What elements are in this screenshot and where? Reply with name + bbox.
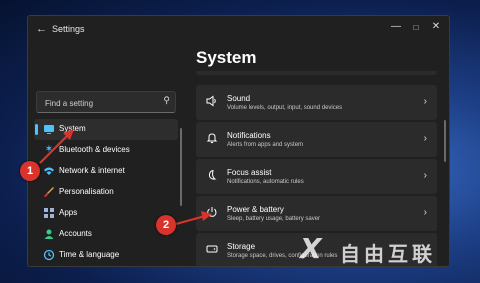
sidebar-item-label: Apps	[59, 208, 78, 217]
globe-clock-icon	[43, 249, 55, 261]
card-title: Focus assist	[227, 168, 272, 177]
card-subtitle: Notifications, automatic rules	[227, 179, 304, 185]
display-icon	[43, 123, 55, 135]
sidebar-nav: System ✶ Bluetooth & devices Network & i…	[34, 119, 178, 266]
content-scrollbar[interactable]	[444, 120, 446, 162]
speaker-icon	[205, 95, 219, 110]
card-title: Notifications	[227, 131, 271, 140]
sidebar-item-label: Time & language	[59, 250, 120, 259]
card-focus-assist[interactable]: Focus assist Notifications, automatic ru…	[196, 159, 437, 194]
storage-icon	[205, 243, 219, 258]
sidebar-scrollbar[interactable]	[180, 128, 182, 206]
back-arrow-icon[interactable]: ←	[36, 23, 47, 35]
moon-icon	[205, 169, 219, 184]
sidebar-item-time-language[interactable]: Time & language	[34, 245, 178, 266]
search-box[interactable]: ⚲	[36, 91, 176, 113]
active-indicator	[35, 124, 38, 135]
sidebar-item-label: Accounts	[59, 229, 92, 238]
sidebar-item-network[interactable]: Network & internet	[34, 161, 178, 182]
chevron-right-icon: ›	[423, 170, 427, 181]
card-sound[interactable]: Sound Volume levels, output, input, soun…	[196, 85, 437, 120]
sidebar-item-personalisation[interactable]: Personalisation	[34, 182, 178, 203]
brush-icon	[43, 186, 55, 198]
wifi-icon	[43, 165, 55, 177]
watermark-logo: X 自由互联	[300, 226, 470, 270]
sidebar-item-label: System	[59, 124, 86, 133]
card-edge	[196, 71, 437, 75]
close-icon[interactable]: ✕	[425, 21, 447, 32]
card-title: Sound	[227, 94, 251, 103]
page-title: System	[196, 48, 257, 67]
card-title: Power & battery	[227, 205, 284, 214]
card-subtitle: Sleep, battery usage, battery saver	[227, 216, 321, 222]
sidebar-item-label: Bluetooth & devices	[59, 145, 130, 154]
annotation-badge-2: 2	[156, 215, 176, 235]
person-icon	[43, 228, 55, 240]
search-icon[interactable]: ⚲	[163, 95, 170, 106]
chevron-right-icon: ›	[423, 96, 427, 107]
bell-icon	[205, 132, 219, 147]
sidebar-item-bluetooth[interactable]: ✶ Bluetooth & devices	[34, 140, 178, 161]
sidebar-item-label: Network & internet	[59, 166, 125, 175]
chevron-right-icon: ›	[423, 207, 427, 218]
window-title: Settings	[52, 24, 85, 34]
title-bar: ← Settings — □ ✕	[28, 16, 449, 44]
watermark-text: 自由互联	[340, 242, 436, 266]
card-title: Storage	[227, 242, 256, 251]
power-icon	[205, 206, 219, 221]
sidebar-item-label: Personalisation	[59, 187, 114, 196]
card-notifications[interactable]: Notifications Alerts from apps and syste…	[196, 122, 437, 157]
card-subtitle: Volume levels, output, input, sound devi…	[227, 105, 343, 111]
chevron-right-icon: ›	[423, 133, 427, 144]
maximize-icon[interactable]: □	[405, 23, 427, 32]
apps-icon	[43, 207, 55, 219]
sidebar-item-system[interactable]: System	[34, 119, 178, 140]
card-subtitle: Alerts from apps and system	[227, 142, 304, 148]
annotation-badge-1: 1	[20, 161, 40, 181]
bluetooth-icon: ✶	[44, 144, 54, 155]
minimize-icon[interactable]: —	[385, 21, 407, 32]
search-input[interactable]	[43, 94, 157, 112]
watermark-mark: X	[300, 232, 326, 265]
